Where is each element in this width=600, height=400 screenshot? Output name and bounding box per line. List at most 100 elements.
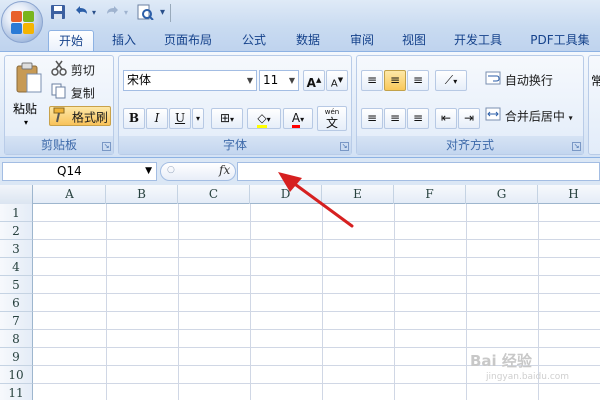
- grid-line: [106, 204, 107, 400]
- column-headers: A B C D E F G H: [0, 185, 600, 204]
- alignment-launcher-icon[interactable]: ↘: [572, 142, 581, 151]
- underline-button[interactable]: U: [169, 108, 191, 129]
- wrap-text-button[interactable]: 自动换行: [485, 70, 553, 90]
- align-top-button[interactable]: ≡: [361, 70, 383, 91]
- font-launcher-icon[interactable]: ↘: [340, 142, 349, 151]
- format-painter-icon: [52, 107, 68, 129]
- number-group-partial: 常: [588, 55, 600, 155]
- row-header-3[interactable]: 3: [0, 240, 33, 258]
- font-family-select[interactable]: 宋体 ▼: [123, 70, 257, 91]
- grid-line: [33, 311, 600, 312]
- tab-formulas[interactable]: 公式: [232, 30, 276, 51]
- name-box-value: Q14: [57, 164, 82, 178]
- row-header-8[interactable]: 8: [0, 330, 33, 348]
- align-middle-button[interactable]: ≡: [384, 70, 406, 91]
- redo-icon[interactable]: [104, 4, 122, 22]
- column-header-h[interactable]: H: [538, 185, 600, 204]
- copy-button[interactable]: 复制: [51, 83, 95, 103]
- column-header-b[interactable]: B: [106, 185, 178, 204]
- row-header-2[interactable]: 2: [0, 222, 33, 240]
- clipboard-launcher-icon[interactable]: ↘: [102, 142, 111, 151]
- column-header-c[interactable]: C: [178, 185, 250, 204]
- tab-pdf-tools[interactable]: PDF工具集: [524, 30, 596, 51]
- office-button[interactable]: [1, 1, 43, 43]
- alignment-group: ≡ ≡ ≡ ⟋▾ ≡ ≡ ≡ ⇤ ⇥ 自动换行 合并后居中 ▾ 对齐方式 ↘: [356, 55, 584, 155]
- phonetic-button[interactable]: wén 文: [317, 106, 347, 131]
- formula-input[interactable]: [237, 162, 600, 181]
- font-color-button[interactable]: A▾: [283, 108, 313, 129]
- grow-font-button[interactable]: A▲: [303, 70, 325, 91]
- ribbon-tabs: 开始 插入 页面布局 公式 数据 审阅 视图 开发工具 PDF工具集: [0, 27, 600, 51]
- name-box[interactable]: Q14 ▼: [2, 162, 157, 181]
- fill-color-button[interactable]: ◇▾: [247, 108, 281, 129]
- row-header-6[interactable]: 6: [0, 294, 33, 312]
- chevron-down-icon: ▼: [246, 76, 253, 85]
- customize-quick-access-icon[interactable]: ▾: [160, 4, 165, 22]
- formula-bar: Q14 ▼ ○ fx: [0, 159, 600, 184]
- grid-line: [178, 204, 179, 400]
- align-center-button[interactable]: ≡: [384, 108, 406, 129]
- increase-indent-button[interactable]: ⇥: [458, 108, 480, 129]
- copy-label: 复制: [70, 86, 95, 101]
- clipboard-group: 粘贴 ▾ 剪切 复制 格式刷 剪贴板 ↘: [4, 55, 114, 155]
- align-right-button[interactable]: ≡: [407, 108, 429, 129]
- select-all-button[interactable]: [0, 185, 33, 204]
- row-header-11[interactable]: 11: [0, 384, 33, 400]
- grid-line: [466, 204, 467, 400]
- grid-line: [33, 275, 600, 276]
- tab-developer[interactable]: 开发工具: [446, 30, 510, 51]
- column-header-d[interactable]: D: [250, 185, 322, 204]
- tab-view[interactable]: 视图: [392, 30, 436, 51]
- column-header-a[interactable]: A: [34, 185, 106, 204]
- tab-home[interactable]: 开始: [48, 30, 94, 51]
- clipboard-group-label: 剪贴板: [5, 136, 113, 154]
- paste-button[interactable]: 粘贴 ▾: [11, 60, 45, 132]
- print-preview-icon[interactable]: [136, 4, 154, 22]
- row-header-1[interactable]: 1: [0, 204, 33, 222]
- paste-icon: [16, 62, 42, 93]
- bold-button[interactable]: B: [123, 108, 145, 129]
- row-header-10[interactable]: 10: [0, 366, 33, 384]
- chevron-down-icon: ▼: [145, 166, 152, 176]
- italic-button[interactable]: I: [146, 108, 168, 129]
- merge-center-button[interactable]: 合并后居中 ▾: [485, 106, 573, 126]
- format-painter-label: 格式刷: [71, 110, 108, 125]
- orientation-button[interactable]: ⟋▾: [435, 70, 467, 91]
- underline-dropdown-icon[interactable]: ▾: [192, 108, 204, 129]
- wrap-text-label: 自动换行: [504, 73, 553, 88]
- redo-dropdown-icon[interactable]: ▾: [124, 4, 128, 22]
- save-icon[interactable]: [50, 4, 66, 22]
- borders-button[interactable]: ⊞▾: [211, 108, 243, 129]
- cut-button[interactable]: 剪切: [51, 60, 95, 80]
- column-header-e[interactable]: E: [322, 185, 394, 204]
- fill-color-icon: ◇: [257, 111, 267, 128]
- insert-function-button[interactable]: fx: [219, 163, 230, 177]
- borders-icon: ⊞: [219, 111, 231, 125]
- tab-insert[interactable]: 插入: [104, 30, 144, 51]
- font-size-select[interactable]: 11 ▼: [259, 70, 299, 91]
- grid-line: [250, 204, 251, 400]
- row-header-7[interactable]: 7: [0, 312, 33, 330]
- undo-dropdown-icon[interactable]: ▾: [92, 4, 96, 22]
- grid-line: [33, 293, 600, 294]
- row-header-9[interactable]: 9: [0, 348, 33, 366]
- expand-icon[interactable]: ○: [167, 165, 175, 175]
- tab-data[interactable]: 数据: [286, 30, 330, 51]
- tab-review[interactable]: 审阅: [340, 30, 384, 51]
- row-header-5[interactable]: 5: [0, 276, 33, 294]
- align-bottom-button[interactable]: ≡: [407, 70, 429, 91]
- decrease-indent-button[interactable]: ⇤: [435, 108, 457, 129]
- paste-dropdown-icon: ▾: [24, 118, 29, 127]
- column-header-g[interactable]: G: [466, 185, 538, 204]
- format-painter-button[interactable]: 格式刷: [49, 106, 111, 126]
- grid-line: [33, 347, 600, 348]
- shrink-font-button[interactable]: A▼: [326, 70, 348, 91]
- row-header-4[interactable]: 4: [0, 258, 33, 276]
- grid-line: [33, 239, 600, 240]
- align-left-button[interactable]: ≡: [361, 108, 383, 129]
- column-header-f[interactable]: F: [394, 185, 466, 204]
- tab-page-layout[interactable]: 页面布局: [158, 30, 218, 51]
- grid-line: [322, 204, 323, 400]
- undo-icon[interactable]: [72, 4, 90, 22]
- merge-center-icon: [485, 106, 501, 128]
